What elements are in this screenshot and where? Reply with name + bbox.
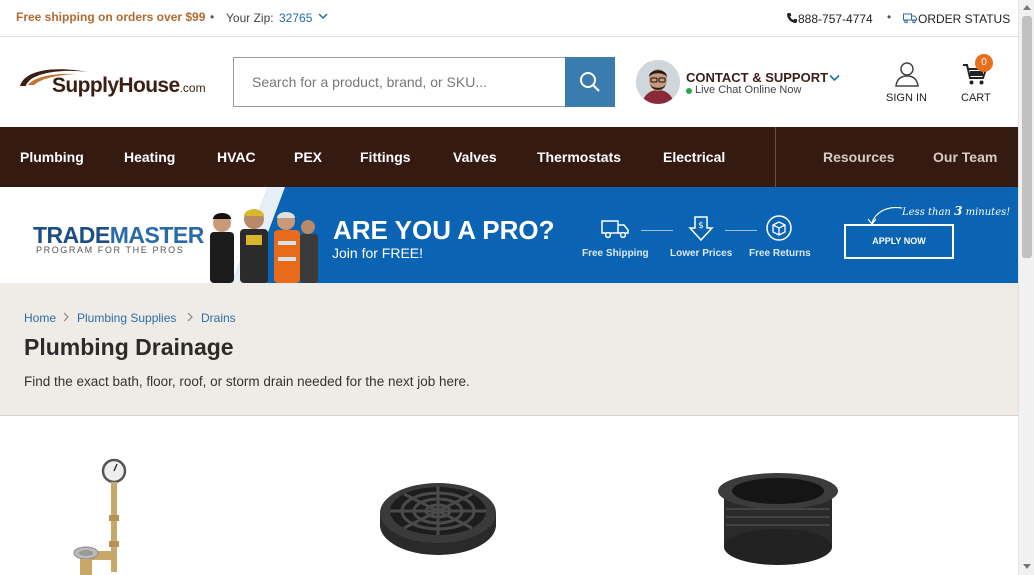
nav-divider (775, 127, 776, 187)
banner-subline: Join for FREE! (332, 245, 424, 261)
nav-item-thermostats[interactable]: Thermostats (537, 149, 621, 165)
truck-icon (903, 13, 917, 24)
category-header: Home Plumbing Supplies Drains Plumbing D… (0, 283, 1018, 416)
scroll-down-arrow-icon[interactable] (1023, 564, 1031, 570)
vertical-scrollbar[interactable] (1018, 0, 1034, 575)
price-down-icon: $ (688, 216, 714, 242)
floor-drain-image[interactable] (378, 469, 498, 565)
support-avatar[interactable] (636, 60, 680, 104)
cart-count-badge: 0 (975, 54, 993, 72)
contractors-photo (210, 209, 318, 283)
roof-drain-image[interactable] (718, 469, 838, 565)
banner-headline: ARE YOU A PRO? (333, 215, 555, 245)
search-button[interactable] (565, 57, 615, 107)
chevron-down-icon[interactable] (829, 72, 840, 83)
perk-free-returns: Free Returns (749, 248, 811, 259)
breadcrumb-plumbing-supplies[interactable]: Plumbing Supplies (77, 311, 176, 325)
logo-wordmark: SupplyHouse (52, 74, 180, 97)
nav-item-resources[interactable]: Resources (823, 149, 895, 165)
sign-in-link[interactable]: SIGN IN (886, 92, 927, 104)
logo-suffix: .com (179, 81, 206, 95)
user-icon[interactable] (893, 60, 921, 88)
search-icon (580, 72, 600, 92)
zip-label: Your Zip: (226, 11, 274, 25)
nav-item-our-team[interactable]: Our Team (933, 149, 997, 165)
breadcrumb-drains[interactable]: Drains (201, 311, 236, 325)
utility-bar: Free shipping on orders over $99 • Your … (0, 0, 1018, 37)
site-logo[interactable]: SupplyHouse.com (18, 66, 218, 102)
separator-dot: • (210, 10, 215, 24)
contact-support-menu[interactable]: CONTACT & SUPPORT (686, 70, 828, 85)
nav-item-valves[interactable]: Valves (453, 149, 497, 165)
chevron-right-icon (187, 312, 193, 322)
main-content: Free shipping on orders over $99 • Your … (0, 0, 1018, 575)
shipping-promo[interactable]: Free shipping on orders over $99 (16, 10, 205, 24)
chevron-right-icon (63, 312, 69, 322)
perk-connector (725, 230, 757, 231)
returns-box-icon (766, 215, 792, 241)
support-agent-image (636, 60, 680, 104)
chevron-down-icon[interactable] (318, 11, 328, 21)
nav-item-hvac[interactable]: HVAC (217, 149, 256, 165)
nav-item-fittings[interactable]: Fittings (360, 149, 411, 165)
online-status-dot (686, 88, 692, 94)
order-status-link[interactable]: ORDER STATUS (918, 12, 1010, 26)
nav-item-pex[interactable]: PEX (294, 149, 322, 165)
phone-number[interactable]: 888-757-4774 (798, 12, 873, 26)
apply-now-button[interactable]: APPLY NOW (844, 224, 954, 259)
scroll-up-arrow-icon[interactable] (1023, 4, 1031, 10)
main-nav: Plumbing Heating HVAC PEX Fittings Valve… (0, 127, 1018, 187)
page-title: Plumbing Drainage (24, 334, 234, 360)
truck-icon (601, 220, 629, 239)
category-description: Find the exact bath, floor, roof, or sto… (24, 374, 470, 389)
scrollbar-thumb[interactable] (1022, 16, 1032, 258)
nav-item-heating[interactable]: Heating (124, 149, 175, 165)
perk-free-shipping: Free Shipping (582, 248, 649, 259)
zip-selector[interactable]: 32765 (279, 11, 312, 25)
bath-drain-image[interactable] (66, 455, 136, 575)
phone-icon (787, 13, 797, 23)
search-input[interactable] (234, 58, 566, 106)
apply-note-prefix: Less than (902, 207, 951, 218)
nav-item-plumbing[interactable]: Plumbing (20, 149, 84, 165)
apply-note-suffix: minutes! (965, 207, 1011, 218)
nav-item-electrical[interactable]: Electrical (663, 149, 725, 165)
apply-note-number: 3 (954, 204, 963, 218)
search-box (233, 57, 566, 107)
perk-connector (641, 230, 673, 231)
perk-lower-prices: Lower Prices (670, 248, 733, 259)
trademaster-tagline: PROGRAM FOR THE PROS (36, 245, 185, 255)
page: Free shipping on orders over $99 • Your … (0, 0, 1034, 575)
subcategory-grid (0, 417, 1018, 575)
svg-text:$: $ (698, 221, 704, 231)
breadcrumb-home[interactable]: Home (24, 311, 56, 325)
cart-link[interactable]: CART (961, 92, 991, 104)
live-chat-status[interactable]: Live Chat Online Now (695, 84, 801, 96)
separator-dot: • (887, 10, 892, 24)
trademaster-banner[interactable]: TRADEMASTER PROGRAM FOR THE PROS ARE YOU… (0, 187, 1018, 283)
